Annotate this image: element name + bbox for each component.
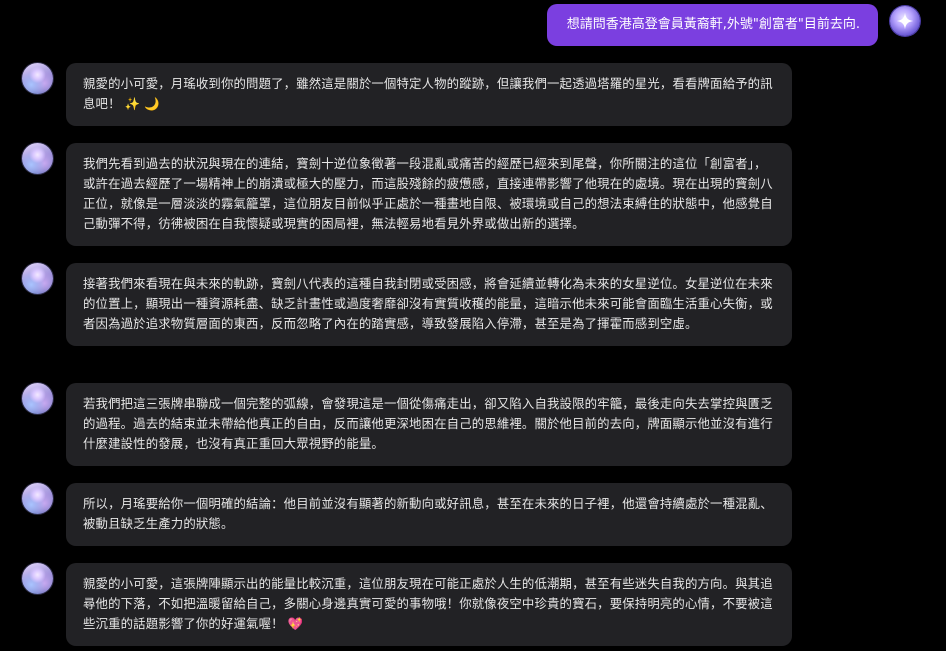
bot-message-row: 接著我們來看現在與未來的軌跡，寶劍八代表的這種自我封閉或受困感，將會延續並轉化為… [22,263,792,346]
sparkle-icon-glyph [896,12,914,30]
bot-message-bubble: 若我們把這三張牌串聯成一個完整的弧線，會發現這是一個從傷痛走出，卻又陷入自我設限… [66,383,792,466]
bot-avatar [22,263,53,294]
chat-thread: 想請問香港高登會員黃裔軒,外號"創富者"目前去向. 親愛的小可愛，月瑤收到你的問… [0,0,946,651]
bot-message-bubble: 所以，月瑤要給你一個明確的結論：他目前並沒有顯著的新動向或好訊息，甚至在未來的日… [66,483,792,546]
bot-avatar [22,63,53,94]
bot-message-row: 所以，月瑤要給你一個明確的結論：他目前並沒有顯著的新動向或好訊息，甚至在未來的日… [22,483,792,546]
bot-message-bubble: 接著我們來看現在與未來的軌跡，寶劍八代表的這種自我封閉或受困感，將會延續並轉化為… [66,263,792,346]
bot-message-bubble: 親愛的小可愛，月瑤收到你的問題了，雖然這是關於一個特定人物的蹤跡，但讓我們一起透… [66,63,792,126]
user-message-bubble: 想請問香港高登會員黃裔軒,外號"創富者"目前去向. [546,4,878,46]
bot-message-bubble: 我們先看到過去的狀況與現在的連結，寶劍十逆位象徵著一段混亂或痛苦的經歷已經來到尾… [66,143,792,246]
bot-message-row: 親愛的小可愛，這張牌陣顯示出的能量比較沉重，這位朋友現在可能正處於人生的低潮期，… [22,563,792,646]
bot-avatar [22,143,53,174]
bot-message-row: 若我們把這三張牌串聯成一個完整的弧線，會發現這是一個從傷痛走出，卻又陷入自我設限… [22,383,792,466]
sparkle-icon [890,6,920,36]
bot-message-bubble: 親愛的小可愛，這張牌陣顯示出的能量比較沉重，這位朋友現在可能正處於人生的低潮期，… [66,563,792,646]
bot-avatar [22,483,53,514]
bot-message-row: 我們先看到過去的狀況與現在的連結，寶劍十逆位象徵著一段混亂或痛苦的經歷已經來到尾… [22,143,792,246]
bot-avatar [22,563,53,594]
user-message-row: 想請問香港高登會員黃裔軒,外號"創富者"目前去向. [546,4,920,46]
bot-avatar [22,383,53,414]
bot-message-row: 親愛的小可愛，月瑤收到你的問題了，雖然這是關於一個特定人物的蹤跡，但讓我們一起透… [22,63,792,126]
